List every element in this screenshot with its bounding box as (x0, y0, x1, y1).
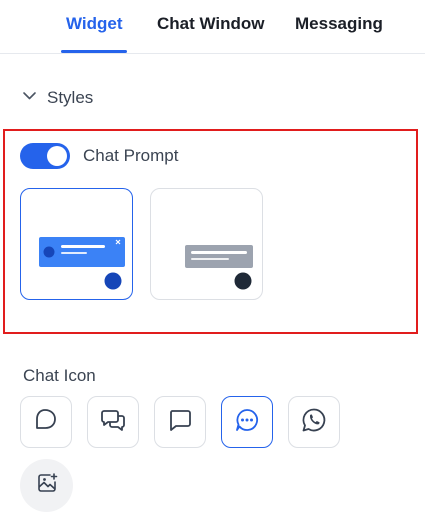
upload-custom-icon-button[interactable] (20, 459, 73, 512)
chat-icon-option-4[interactable] (221, 396, 273, 448)
chat-icon-option-3[interactable] (154, 396, 206, 448)
chat-prompt-label: Chat Prompt (83, 146, 179, 165)
chat-icon-option-5[interactable] (288, 396, 340, 448)
gray-prompt-preview (185, 245, 253, 290)
chat-icon-option-2[interactable] (87, 396, 139, 448)
chat-icon-title: Chat Icon (23, 366, 96, 385)
prompt-style-option-gray[interactable] (150, 188, 263, 300)
image-upload-icon (35, 471, 59, 500)
chat-icon-option-1[interactable] (20, 396, 72, 448)
dots-chat-icon (233, 406, 261, 439)
prompt-style-option-blue[interactable] (20, 188, 133, 300)
speech-bubble-icon (32, 406, 60, 439)
whatsapp-icon (300, 406, 328, 439)
square-chat-icon (166, 406, 194, 439)
tab-chat-window[interactable]: Chat Window (157, 14, 265, 34)
styles-section-label: Styles (47, 88, 94, 107)
double-chat-icon (98, 406, 128, 439)
tab-widget[interactable]: Widget (66, 14, 123, 34)
chat-prompt-toggle[interactable] (20, 143, 70, 169)
chevron-down-icon (22, 88, 37, 108)
styles-section-toggle[interactable]: Styles (22, 88, 93, 108)
toggle-knob (47, 146, 67, 166)
active-tab-indicator (61, 50, 127, 53)
tab-bar: Widget Chat Window Messaging (0, 0, 425, 54)
tab-messaging[interactable]: Messaging (295, 14, 383, 34)
chat-prompt-row: Chat Prompt (20, 143, 178, 169)
blue-prompt-preview (39, 237, 125, 290)
